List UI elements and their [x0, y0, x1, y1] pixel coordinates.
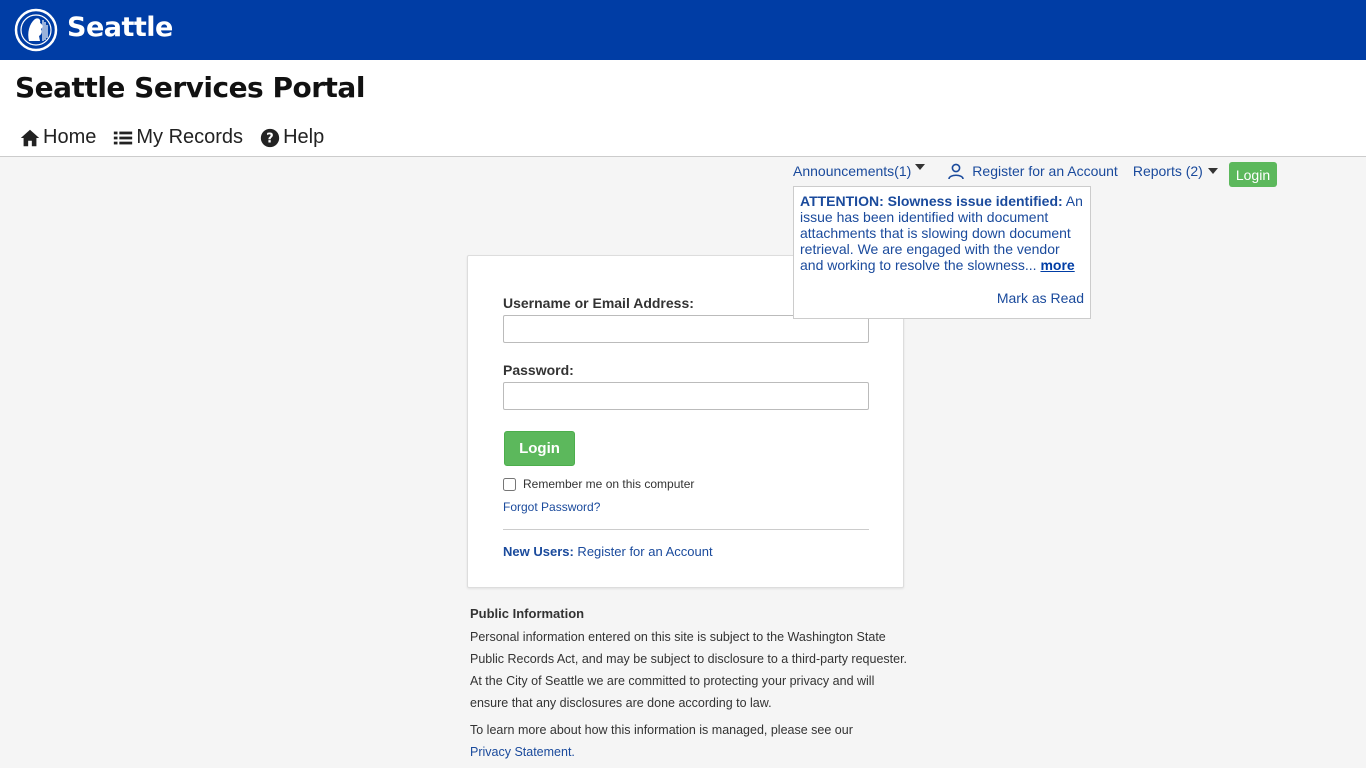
- header: Seattle Services Portal Home My Records …: [0, 60, 1366, 157]
- public-info-para2: To learn more about how this information…: [470, 719, 910, 763]
- announcement-more-link[interactable]: more: [1040, 257, 1074, 273]
- password-label: Password:: [503, 362, 574, 378]
- brand-name[interactable]: Seattle: [67, 12, 173, 43]
- remember-me-label[interactable]: Remember me on this computer: [523, 477, 694, 491]
- page-title: Seattle Services Portal: [15, 71, 365, 104]
- list-icon: [114, 131, 133, 144]
- home-icon: [20, 129, 40, 146]
- chevron-down-icon: [1207, 168, 1218, 174]
- remember-me-checkbox[interactable]: [503, 477, 516, 491]
- password-input[interactable]: [503, 382, 869, 410]
- new-users-label: New Users:: [503, 544, 574, 559]
- main-nav: Home My Records ? Help: [19, 126, 324, 149]
- nav-home-label: Home: [43, 126, 97, 148]
- username-label: Username or Email Address:: [503, 295, 694, 311]
- public-info-para2-text: To learn more about how this information…: [470, 723, 853, 737]
- forgot-password-link[interactable]: Forgot Password?: [503, 500, 600, 514]
- privacy-statement-link[interactable]: Privacy Statement.: [470, 745, 575, 759]
- chevron-down-icon: [915, 164, 926, 170]
- nav-help[interactable]: ? Help: [259, 126, 324, 149]
- reports-dropdown[interactable]: Reports (2): [1133, 163, 1218, 179]
- question-circle-icon: ?: [260, 128, 280, 147]
- announcement-heading: ATTENTION: Slowness issue identified:: [800, 193, 1063, 209]
- nav-help-label: Help: [283, 126, 325, 148]
- utility-nav: Announcements(1) Register for an Account…: [793, 162, 1218, 180]
- user-icon: [948, 163, 965, 180]
- seattle-seal-icon[interactable]: [14, 8, 58, 52]
- reports-label: Reports (2): [1132, 163, 1203, 179]
- announcement-popup: ATTENTION: Slowness issue identified: An…: [793, 186, 1091, 319]
- register-label: Register for an Account: [972, 163, 1118, 179]
- announcements-dropdown[interactable]: Announcements(1): [793, 163, 926, 179]
- svg-text:?: ?: [266, 131, 273, 146]
- mark-as-read-link[interactable]: Mark as Read: [997, 290, 1084, 306]
- new-users: New Users: Register for an Account: [503, 544, 713, 559]
- nav-my-records-label: My Records: [136, 126, 244, 148]
- public-information: Public Information Personal information …: [470, 606, 910, 768]
- divider: [503, 529, 869, 530]
- nav-home[interactable]: Home: [19, 126, 96, 149]
- nav-my-records[interactable]: My Records: [112, 126, 243, 149]
- new-users-register-link[interactable]: Register for an Account: [574, 544, 712, 559]
- announcements-label: Announcements(1): [793, 163, 912, 179]
- public-info-heading: Public Information: [470, 606, 585, 621]
- register-link[interactable]: Register for an Account: [947, 162, 1118, 180]
- username-input[interactable]: [503, 315, 869, 343]
- public-info-para1: Personal information entered on this sit…: [470, 630, 908, 710]
- header-login-button[interactable]: Login: [1229, 162, 1277, 187]
- top-bar: Seattle: [0, 0, 1366, 60]
- login-button[interactable]: Login: [504, 431, 575, 466]
- remember-me: Remember me on this computer: [503, 477, 694, 491]
